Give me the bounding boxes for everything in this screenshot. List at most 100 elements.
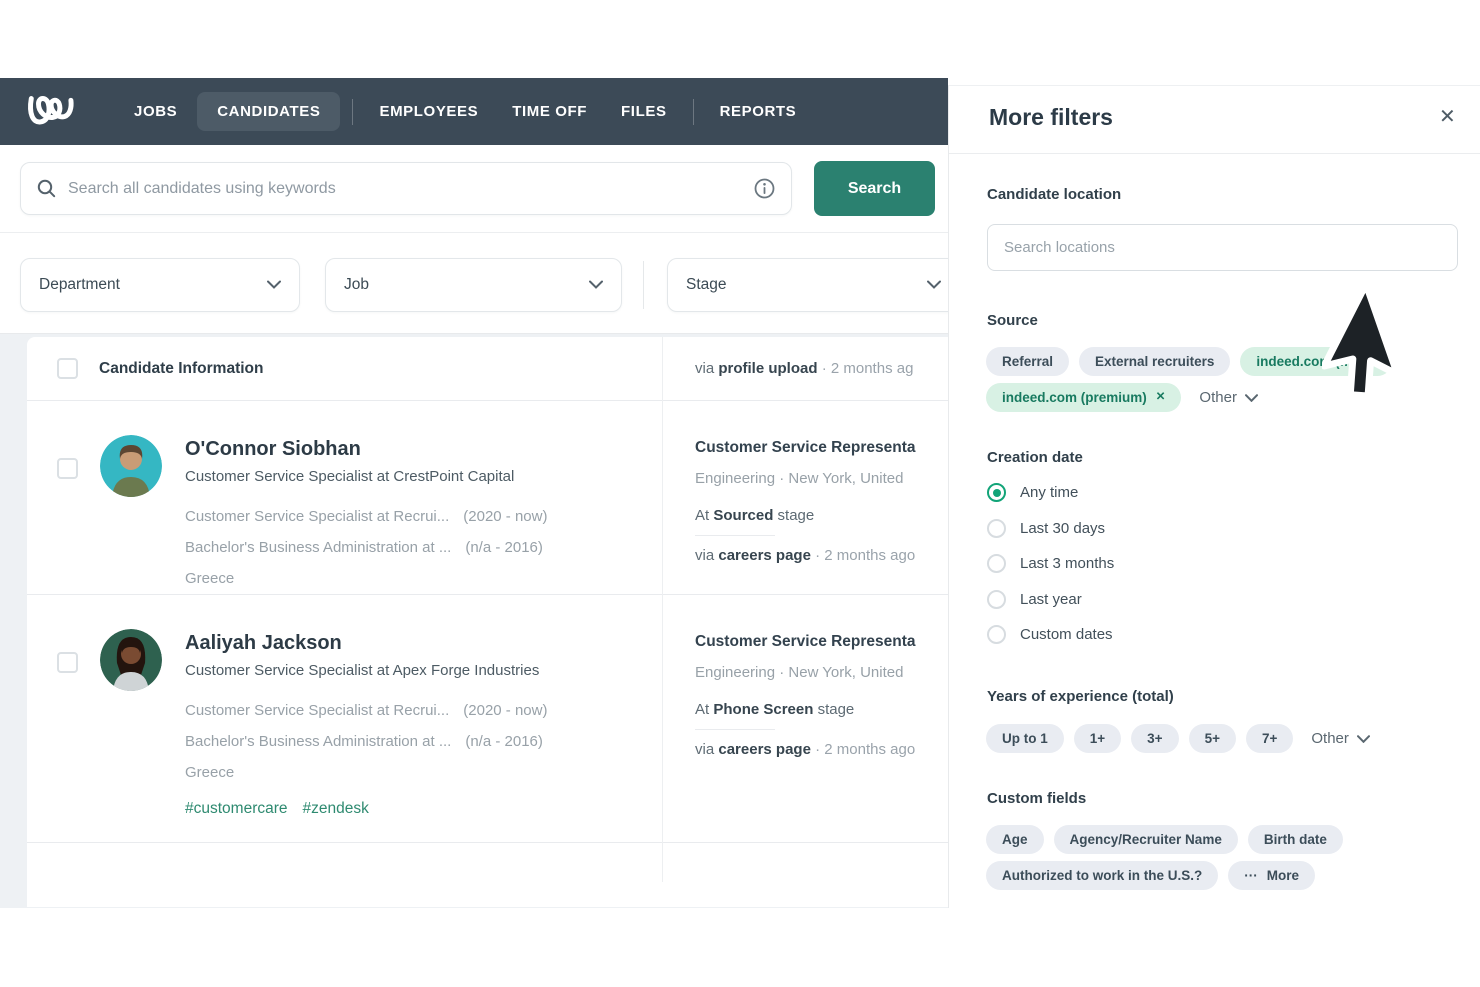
search-input[interactable]	[68, 180, 754, 198]
creation-date-option[interactable]: Last 30 days	[987, 519, 1114, 538]
close-icon[interactable]: ✕	[1439, 104, 1456, 129]
department-dropdown-label: Department	[39, 276, 120, 294]
job-title[interactable]: Customer Service Representa	[695, 439, 948, 457]
candidate-name[interactable]: Aaliyah Jackson	[185, 632, 547, 655]
nav-item-employees[interactable]: EMPLOYEES	[362, 103, 495, 120]
custom-fields-chip-row: Authorized to work in the U.S.? ··· More	[986, 861, 1315, 890]
experience-chip-1-plus[interactable]: 1+	[1074, 724, 1121, 753]
app-window: JOBS CANDIDATES EMPLOYEES TIME OFF FILES…	[0, 78, 948, 908]
candidate-headline: Customer Service Specialist at Apex Forg…	[185, 662, 547, 679]
job-dropdown-label: Job	[344, 276, 369, 294]
experience-other-dropdown[interactable]: Other	[1311, 730, 1370, 747]
info-icon[interactable]	[754, 178, 775, 199]
source-chip-row: Referral External recruiters indeed.com …	[986, 347, 1392, 376]
candidate-history: Bachelor's Business Administration at ..…	[185, 532, 547, 563]
radio-icon	[987, 590, 1006, 609]
chevron-down-icon	[1357, 735, 1370, 743]
candidate-checkbox[interactable]	[57, 458, 78, 479]
experience-label: Years of experience (total)	[987, 688, 1174, 705]
nav-item-candidates[interactable]: CANDIDATES	[197, 92, 340, 131]
workable-logo[interactable]	[25, 92, 79, 132]
candidate-list-region: Candidate Information via profile upload…	[0, 333, 948, 908]
via-line: via careers page · 2 months ago	[695, 741, 948, 758]
creation-date-option[interactable]: Last 3 months	[987, 554, 1114, 573]
source-chip-row: indeed.com (premium) ✕ Other	[986, 383, 1258, 412]
panel-divider	[949, 153, 1480, 154]
creation-date-option[interactable]: Last year	[987, 590, 1114, 609]
select-all-checkbox[interactable]	[57, 358, 78, 379]
radio-icon	[987, 554, 1006, 573]
panel-title: More filters	[989, 104, 1113, 131]
source-label: Source	[987, 312, 1038, 329]
candidate-job-cell: Customer Service Representa Engineering …	[662, 401, 948, 594]
candidate-job-cell: Customer Service Representa Engineering …	[662, 595, 948, 818]
radio-icon	[987, 625, 1006, 644]
tag[interactable]: #zendesk	[303, 800, 369, 818]
custom-field-chip-age[interactable]: Age	[986, 825, 1044, 854]
source-other-dropdown[interactable]: Other	[1199, 389, 1258, 406]
stage-line: At Sourced stage	[695, 507, 948, 524]
chevron-down-icon	[267, 276, 281, 294]
experience-chip-up-to-1[interactable]: Up to 1	[986, 724, 1064, 753]
nav-divider	[693, 99, 694, 125]
job-title[interactable]: Customer Service Representa	[695, 633, 948, 651]
experience-chip-5-plus[interactable]: 5+	[1189, 724, 1236, 753]
custom-field-chip-authorized-to-work[interactable]: Authorized to work in the U.S.?	[986, 861, 1218, 890]
search-icon	[37, 179, 56, 198]
more-dots-icon: ···	[1244, 868, 1258, 883]
candidate-avatar	[100, 435, 162, 497]
list-header-title: Candidate Information	[99, 360, 263, 378]
list-header-row: Candidate Information via profile upload…	[27, 337, 948, 401]
job-meta: Engineering · New York, United	[695, 470, 948, 487]
candidate-avatar	[100, 629, 162, 691]
candidate-tags: #customercare #zendesk	[185, 800, 547, 818]
candidate-history: Bachelor's Business Administration at ..…	[185, 726, 547, 757]
source-chip-indeed-premium[interactable]: indeed.com (premium) ✕	[986, 383, 1181, 412]
search-button[interactable]: Search	[814, 161, 935, 216]
candidate-history: Customer Service Specialist at Recrui...…	[185, 501, 547, 532]
candidate-info-cell: Aaliyah Jackson Customer Service Special…	[27, 595, 662, 818]
nav-item-time-off[interactable]: TIME OFF	[495, 103, 604, 120]
stage-dropdown[interactable]: Stage	[667, 258, 960, 312]
top-navbar: JOBS CANDIDATES EMPLOYEES TIME OFF FILES…	[0, 78, 948, 145]
column-divider	[662, 337, 663, 882]
source-chip-indeed-free[interactable]: indeed.com (fre ✕	[1240, 347, 1391, 376]
candidate-name[interactable]: O'Connor Siobhan	[185, 438, 547, 461]
next-row-sliver	[27, 843, 948, 871]
candidate-row[interactable]: Aaliyah Jackson Customer Service Special…	[27, 595, 948, 843]
nav-item-files[interactable]: FILES	[604, 103, 684, 120]
search-section: Search	[0, 145, 948, 233]
candidate-headline: Customer Service Specialist at CrestPoin…	[185, 468, 547, 485]
custom-field-chip-agency-recruiter-name[interactable]: Agency/Recruiter Name	[1054, 825, 1238, 854]
location-search-input[interactable]	[987, 224, 1458, 271]
candidate-details: Aaliyah Jackson Customer Service Special…	[185, 629, 547, 818]
custom-fields-chip-row: Age Agency/Recruiter Name Birth date	[986, 825, 1343, 854]
job-dropdown[interactable]: Job	[325, 258, 622, 312]
experience-chip-3-plus[interactable]: 3+	[1131, 724, 1178, 753]
nav-item-reports[interactable]: REPORTS	[703, 103, 814, 120]
via-line: via careers page · 2 months ago	[695, 547, 948, 564]
candidate-location: Greece	[185, 757, 547, 788]
search-box[interactable]	[20, 162, 792, 215]
custom-field-chip-birth-date[interactable]: Birth date	[1248, 825, 1343, 854]
creation-date-label: Creation date	[987, 449, 1083, 466]
radio-icon	[987, 519, 1006, 538]
nav-divider	[352, 99, 353, 125]
source-chip-referral[interactable]: Referral	[986, 347, 1069, 376]
department-dropdown[interactable]: Department	[20, 258, 300, 312]
remove-icon[interactable]: ✕	[1156, 392, 1166, 404]
creation-date-option[interactable]: Custom dates	[987, 625, 1114, 644]
experience-chip-row: Up to 1 1+ 3+ 5+ 7+ Other	[986, 724, 1370, 753]
tag[interactable]: #customercare	[185, 800, 288, 818]
source-chip-external-recruiters[interactable]: External recruiters	[1079, 347, 1230, 376]
creation-date-option[interactable]: Any time	[987, 483, 1114, 502]
remove-icon[interactable]: ✕	[1366, 356, 1376, 368]
nav-item-jobs[interactable]: JOBS	[117, 103, 194, 120]
candidate-checkbox[interactable]	[57, 652, 78, 673]
experience-chip-7-plus[interactable]: 7+	[1246, 724, 1293, 753]
chevron-down-icon	[589, 276, 603, 294]
custom-fields-more-button[interactable]: ··· More	[1228, 861, 1315, 890]
filter-divider	[643, 261, 644, 309]
candidate-info-cell: O'Connor Siobhan Customer Service Specia…	[27, 401, 662, 594]
candidate-row[interactable]: O'Connor Siobhan Customer Service Specia…	[27, 401, 948, 595]
